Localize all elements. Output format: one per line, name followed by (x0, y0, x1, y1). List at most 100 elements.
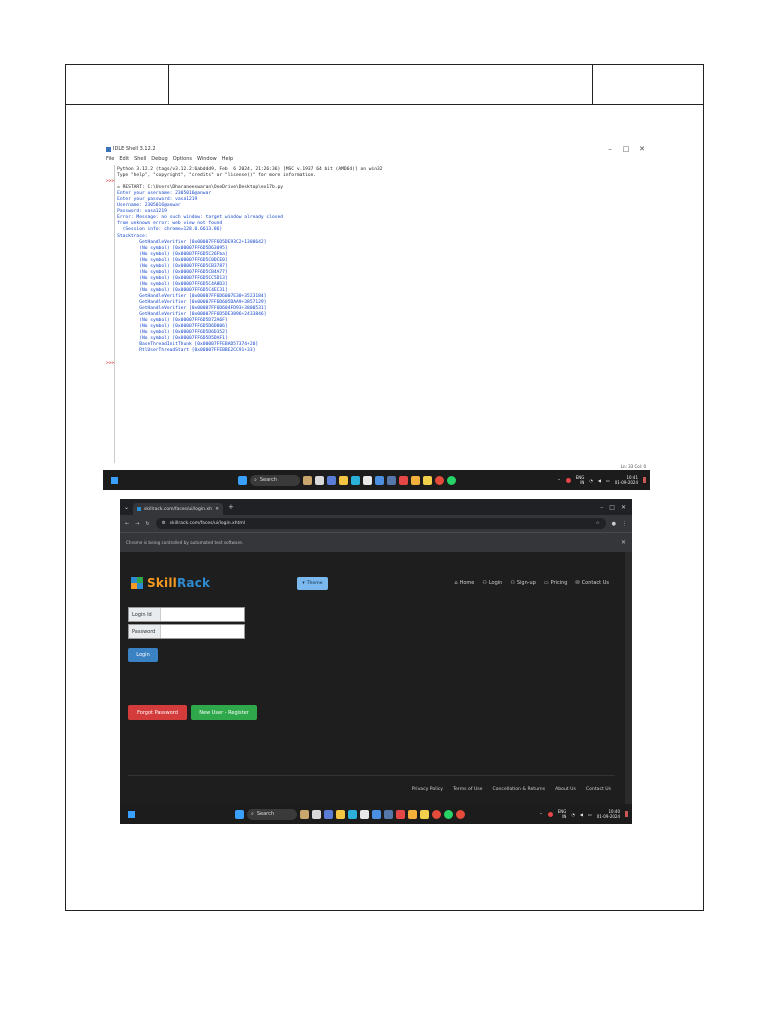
idle-status-bar: Ln: 33 Col: 0 (620, 464, 646, 469)
forgot-password-button[interactable]: Forgot Password (128, 705, 187, 720)
notification-icon[interactable] (643, 477, 646, 483)
close-button[interactable]: ✕ (634, 145, 650, 153)
store-icon[interactable] (363, 475, 372, 485)
task-view-icon[interactable] (303, 475, 312, 485)
store-icon[interactable] (360, 809, 369, 819)
nav-home[interactable]: ⌂ Home (454, 580, 474, 586)
app-icon[interactable] (411, 475, 420, 485)
clock-date: 01-09-2024 (596, 814, 620, 819)
menu-edit[interactable]: Edit (119, 156, 129, 162)
tab-skillrack[interactable]: skillrack.com/faces/ui/login.xh ✕ (133, 503, 224, 515)
file-explorer-icon[interactable] (312, 809, 321, 819)
address-bar[interactable]: ⚙ skillrack.com/faces/ui/login.xhtml ☆ (155, 518, 606, 529)
nav-contact[interactable]: ✉ Contact Us (575, 580, 609, 586)
menu-window[interactable]: Window (197, 156, 217, 162)
chrome-icon[interactable] (456, 809, 465, 819)
language-indicator[interactable]: ENG IN (576, 475, 585, 485)
tab-search-icon[interactable]: ⌄ (124, 504, 129, 511)
widgets-icon[interactable] (111, 476, 118, 484)
back-icon[interactable]: ← (125, 521, 129, 527)
footer-terms-link[interactable]: Terms of Use (453, 787, 482, 792)
idle-shell-output[interactable]: Python 3.12.2 (tags/v3.12.2:6abddd9, Feb… (106, 167, 646, 463)
chevron-up-icon[interactable]: ⌃ (557, 478, 560, 483)
clock[interactable]: 10:40 01-09-2024 (597, 809, 620, 819)
maximize-button[interactable]: □ (618, 145, 634, 153)
reload-icon[interactable]: ↻ (145, 521, 149, 527)
file-explorer-icon[interactable] (315, 475, 324, 485)
tray-app-icon[interactable] (565, 477, 571, 483)
widgets-icon[interactable] (128, 810, 135, 818)
theme-dropdown[interactable]: ▾ Theme (297, 577, 328, 590)
skillrack-logo[interactable]: SkillRack (131, 576, 210, 590)
edge-icon[interactable] (348, 809, 357, 819)
battery-icon[interactable]: ▭ (606, 478, 610, 483)
maximize-button[interactable]: □ (609, 504, 615, 511)
windows-start-icon[interactable] (235, 809, 244, 819)
volume-icon[interactable]: ◀ (580, 812, 583, 817)
idle-python-icon[interactable] (423, 475, 432, 485)
chrome-icon[interactable] (432, 809, 441, 819)
taskbar-search[interactable]: ⌕ Search (247, 808, 297, 820)
wifi-icon[interactable]: ◔ (589, 478, 593, 483)
close-tab-icon[interactable]: ✕ (215, 507, 219, 512)
nav-contact-label: Contact Us (581, 580, 609, 586)
app-icon[interactable] (399, 475, 408, 485)
nav-pricing[interactable]: ▭ Pricing (544, 580, 568, 586)
password-field[interactable]: Password (128, 624, 245, 639)
close-button[interactable]: ✕ (621, 504, 626, 511)
menu-shell[interactable]: Shell (134, 156, 146, 162)
menu-options[interactable]: Options (173, 156, 192, 162)
nav-pricing-label: Pricing (550, 580, 568, 586)
edge-icon[interactable] (351, 475, 360, 485)
copilot-icon[interactable] (327, 475, 336, 485)
menu-debug[interactable]: Debug (151, 156, 167, 162)
task-view-icon[interactable] (300, 809, 309, 819)
whatsapp-icon[interactable] (447, 475, 456, 485)
notification-icon[interactable] (625, 811, 628, 817)
tray-app-icon[interactable] (547, 811, 553, 817)
new-tab-icon[interactable]: + (228, 503, 234, 511)
new-user-register-button[interactable]: New User - Register (191, 705, 257, 720)
close-infobar-icon[interactable]: ✕ (621, 539, 626, 546)
page-scrollbar[interactable] (625, 552, 632, 804)
bookmark-star-icon[interactable]: ☆ (596, 521, 600, 526)
battery-icon[interactable]: ▭ (588, 812, 592, 817)
windows-start-icon[interactable] (238, 475, 247, 485)
minimize-button[interactable]: – (600, 504, 603, 511)
folder-icon[interactable] (339, 475, 348, 485)
idle-python-icon[interactable] (420, 809, 429, 819)
language-indicator[interactable]: ENG IN (558, 809, 567, 819)
app-icon[interactable] (408, 809, 417, 819)
menu-file[interactable]: File (106, 156, 114, 162)
footer-about-link[interactable]: About Us (555, 787, 576, 792)
footer-contact-link[interactable]: Contact Us (586, 787, 611, 792)
nav-login[interactable]: ⚇ Login (482, 580, 502, 586)
minimize-button[interactable]: – (602, 145, 618, 153)
wifi-icon[interactable]: ◔ (571, 812, 575, 817)
login-button[interactable]: Login (128, 648, 158, 662)
menu-kebab-icon[interactable]: ⋮ (622, 521, 627, 527)
clock[interactable]: 10:41 01-09-2024 (615, 475, 638, 485)
tab-title: skillrack.com/faces/ui/login.xh (144, 506, 212, 512)
app-icon[interactable] (387, 475, 396, 485)
nav-signup[interactable]: ⚇ Sign-up (510, 580, 536, 586)
app-icon[interactable] (372, 809, 381, 819)
chevron-up-icon[interactable]: ⌃ (539, 812, 542, 817)
footer-cancellation-link[interactable]: Cancellation & Returns (493, 787, 546, 792)
site-info-icon[interactable]: ⚙ (162, 521, 166, 526)
forward-icon[interactable]: → (135, 521, 139, 527)
menu-help[interactable]: Help (222, 156, 233, 162)
login-id-field[interactable]: Login Id (128, 607, 245, 622)
app-icon[interactable] (375, 475, 384, 485)
whatsapp-icon[interactable] (444, 809, 453, 819)
profile-icon[interactable]: ● (612, 521, 616, 527)
volume-icon[interactable]: ◀ (598, 478, 601, 483)
taskbar-search[interactable]: ⌕ Search (250, 474, 300, 486)
nav-signup-label: Sign-up (516, 580, 536, 586)
footer-privacy-link[interactable]: Privacy Policy (412, 787, 443, 792)
chrome-icon[interactable] (435, 475, 444, 485)
app-icon[interactable] (384, 809, 393, 819)
folder-icon[interactable] (336, 809, 345, 819)
copilot-icon[interactable] (324, 809, 333, 819)
app-icon[interactable] (396, 809, 405, 819)
